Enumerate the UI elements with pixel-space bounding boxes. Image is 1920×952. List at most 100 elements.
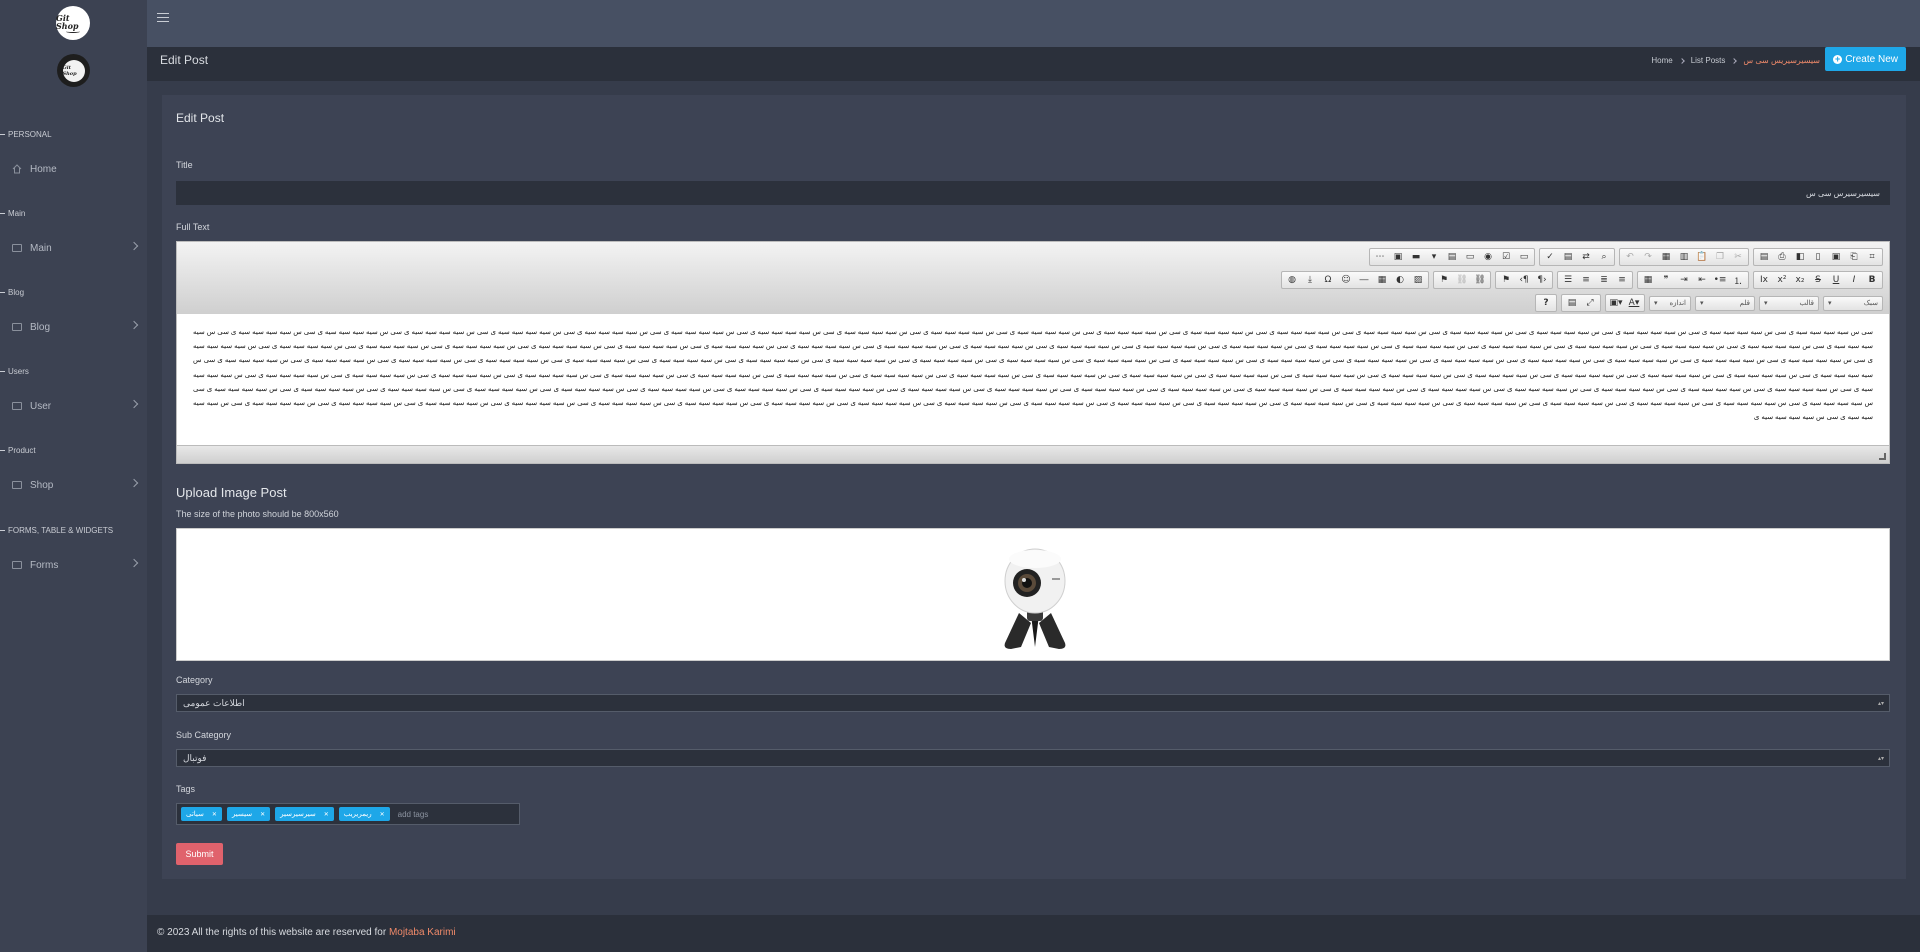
textarea-icon[interactable]: ▤ — [1444, 250, 1460, 264]
find-icon[interactable]: ⌕ — [1596, 250, 1612, 264]
save-icon[interactable]: ▣ — [1828, 250, 1844, 264]
breadcrumb-list-posts[interactable]: List Posts — [1691, 56, 1726, 65]
bullet-list-icon[interactable]: •≡ — [1712, 273, 1728, 287]
sidebar-item-forms[interactable]: Forms — [0, 554, 147, 576]
form-icon[interactable]: ▭ — [1516, 250, 1532, 264]
menu-toggle-icon[interactable] — [157, 13, 169, 23]
flash-icon[interactable]: ◐ — [1392, 273, 1408, 287]
copy-icon[interactable]: ❐ — [1712, 250, 1728, 264]
strikethrough-icon[interactable]: S — [1810, 273, 1826, 287]
font-select[interactable]: ▾ قلم — [1695, 295, 1755, 311]
paste-word-icon[interactable]: ▦ — [1658, 250, 1674, 264]
title-input[interactable]: سیسیرسیرس سی س — [176, 181, 1890, 205]
button-field-icon[interactable]: ▬ — [1408, 250, 1424, 264]
sidebar-item-shop[interactable]: Shop — [0, 474, 147, 496]
footer-author-link[interactable]: Mojtaba Karimi — [389, 927, 456, 938]
preview-icon[interactable]: ⎗ — [1846, 250, 1862, 264]
indent-icon[interactable]: ⇥ — [1676, 273, 1692, 287]
subcategory-select[interactable]: فوتبال ▴▾ — [176, 749, 1890, 767]
textfield-icon[interactable]: ▭ — [1462, 250, 1478, 264]
editor-content[interactable]: سی س سیه سیه سیه سیه ی سی س سیه سیه سیه … — [177, 314, 1889, 445]
italic-icon[interactable]: I — [1846, 273, 1862, 287]
text-color-icon[interactable]: A▾ — [1626, 296, 1642, 310]
align-left-icon[interactable]: ≡ — [1614, 273, 1630, 287]
remove-format-icon[interactable]: Ix — [1756, 273, 1772, 287]
unlink-icon[interactable]: ⛓ — [1454, 273, 1470, 287]
templates-icon[interactable]: ◧ — [1792, 250, 1808, 264]
special-char-icon[interactable]: Ω — [1320, 273, 1336, 287]
avatar[interactable]: Git Shop — [57, 54, 90, 87]
category-select[interactable]: اطلاعات عمومی ▴▾ — [176, 694, 1890, 712]
style-select[interactable]: ▾ سبک — [1823, 295, 1883, 311]
remove-tag-icon[interactable]: ✕ — [324, 811, 329, 818]
smiley-icon[interactable]: ☺ — [1338, 273, 1354, 287]
tags-placeholder[interactable]: add tags — [398, 810, 429, 819]
source-icon[interactable]: ⌗ — [1864, 250, 1880, 264]
page-title: Edit Post — [160, 53, 209, 67]
remove-tag-icon[interactable]: ✕ — [212, 811, 217, 818]
blockquote-icon[interactable]: ❞ — [1658, 273, 1674, 287]
numbered-list-icon[interactable]: ⒈ — [1730, 273, 1746, 287]
tag-chip[interactable]: سیرسیرسیر ✕ — [275, 807, 334, 821]
tag-chip[interactable]: سیسیر ✕ — [226, 807, 271, 821]
link-icon[interactable]: ⛓ — [1472, 273, 1488, 287]
bold-icon[interactable]: B — [1864, 273, 1880, 287]
page-break-icon[interactable]: ⤓ — [1302, 273, 1318, 287]
upload-image-hint: The size of the photo should be 800x560 — [176, 509, 339, 519]
breadcrumb-home[interactable]: Home — [1651, 56, 1672, 65]
select-all-icon[interactable]: ▤ — [1560, 250, 1576, 264]
superscript-icon[interactable]: x² — [1774, 273, 1790, 287]
language-icon[interactable]: ⚑ — [1498, 273, 1514, 287]
outdent-icon[interactable]: ⇤ — [1694, 273, 1710, 287]
submit-button[interactable]: Submit — [176, 843, 223, 865]
checkbox-icon[interactable]: ☑ — [1498, 250, 1514, 264]
undo-icon[interactable]: ↶ — [1622, 250, 1638, 264]
bg-color-icon[interactable]: ▣▾ — [1608, 296, 1624, 310]
spellcheck-icon[interactable]: ✓ — [1542, 250, 1558, 264]
underline-icon[interactable]: U — [1828, 273, 1844, 287]
select-field-icon[interactable]: ▾ — [1426, 250, 1442, 264]
cut-icon[interactable]: ✂ — [1730, 250, 1746, 264]
sidebar-item-user[interactable]: User — [0, 395, 147, 417]
table-icon[interactable]: ▦ — [1374, 273, 1390, 287]
ltr-icon[interactable]: ¶› — [1534, 273, 1550, 287]
resize-handle-icon[interactable] — [1879, 453, 1886, 460]
rich-text-editor[interactable]: ⌗ ⎗ ▣ ▯ ◧ ⎙ ▤ ✂ ❐ 📋 ▥ ▦ ↷ ↶ ⌕ ⇄ ▤ ✓ ▭ ☑ … — [176, 241, 1890, 464]
image-upload-dropzone[interactable] — [176, 528, 1890, 661]
print-icon[interactable]: ⎙ — [1774, 250, 1790, 264]
remove-tag-icon[interactable]: ✕ — [260, 811, 265, 818]
image-icon[interactable]: ▨ — [1410, 273, 1426, 287]
maximize-icon[interactable]: ⤢ — [1582, 296, 1598, 310]
iframe-icon[interactable]: ◍ — [1284, 273, 1300, 287]
tags-input[interactable]: سیاتی ✕ سیسیر ✕ سیرسیرسیر ✕ ریمریریب ✕ add t… — [176, 803, 520, 825]
format-select[interactable]: ▾ قالب — [1759, 295, 1819, 311]
rtl-icon[interactable]: ‹¶ — [1516, 273, 1532, 287]
subscript-icon[interactable]: x₂ — [1792, 273, 1808, 287]
tag-chip[interactable]: سیاتی ✕ — [181, 807, 222, 821]
anchor-icon[interactable]: ⚑ — [1436, 273, 1452, 287]
image-button-icon[interactable]: ▣ — [1390, 250, 1406, 264]
help-icon[interactable]: ? — [1538, 296, 1554, 310]
hidden-field-icon[interactable]: ⋯ — [1372, 250, 1388, 264]
sidebar-item-blog[interactable]: Blog — [0, 316, 147, 338]
align-center-icon[interactable]: ≣ — [1596, 273, 1612, 287]
justify-icon[interactable]: ☰ — [1560, 273, 1576, 287]
replace-icon[interactable]: ⇄ — [1578, 250, 1594, 264]
new-page-icon[interactable]: ▯ — [1810, 250, 1826, 264]
paste-icon[interactable]: 📋 — [1694, 250, 1710, 264]
brand-logo[interactable]: Git Shop — [56, 6, 90, 40]
document-icon[interactable]: ▤ — [1756, 250, 1772, 264]
show-blocks-icon[interactable]: ▤ — [1564, 296, 1580, 310]
redo-icon[interactable]: ↷ — [1640, 250, 1656, 264]
remove-tag-icon[interactable]: ✕ — [380, 811, 385, 818]
paste-text-icon[interactable]: ▥ — [1676, 250, 1692, 264]
radio-icon[interactable]: ◉ — [1480, 250, 1496, 264]
align-right-icon[interactable]: ≡ — [1578, 273, 1594, 287]
size-select[interactable]: ▾ اندازه — [1649, 295, 1691, 311]
div-icon[interactable]: ▦ — [1640, 273, 1656, 287]
horizontal-rule-icon[interactable]: ― — [1356, 273, 1372, 287]
create-new-button[interactable]: + Create New — [1825, 47, 1906, 71]
sidebar-item-home[interactable]: Home — [0, 158, 147, 180]
tag-chip[interactable]: ریمریریب ✕ — [338, 807, 390, 821]
sidebar-item-main[interactable]: Main — [0, 237, 147, 259]
